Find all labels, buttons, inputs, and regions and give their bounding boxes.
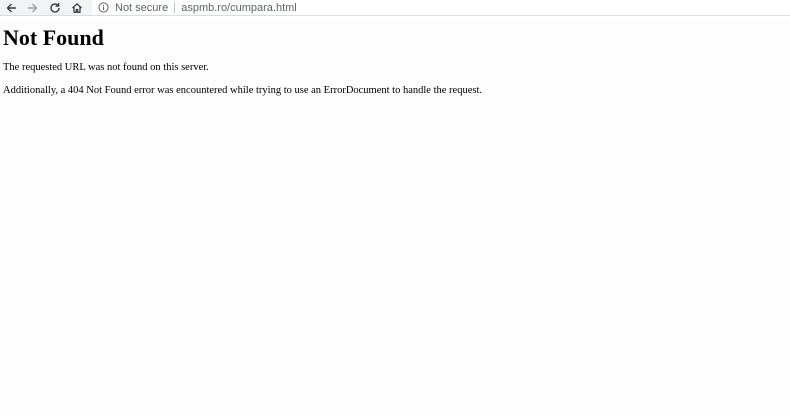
address-bar[interactable]: Not secure aspmb.ro/cumpara.html	[92, 0, 790, 15]
info-icon[interactable]	[97, 2, 109, 14]
browser-toolbar: Not secure aspmb.ro/cumpara.html	[0, 0, 790, 16]
security-status-label[interactable]: Not secure	[115, 2, 168, 14]
page-content: Not Found The requested URL was not foun…	[0, 20, 790, 416]
back-arrow-icon	[5, 2, 17, 14]
error-additional-message: Additionally, a 404 Not Found error was …	[3, 85, 482, 96]
back-button[interactable]	[2, 0, 20, 15]
home-icon	[71, 2, 83, 14]
error-message: The requested URL was not found on this …	[3, 62, 209, 73]
reload-button[interactable]	[46, 0, 64, 15]
forward-arrow-icon	[27, 2, 39, 14]
omnibox-divider	[174, 2, 176, 13]
forward-button[interactable]	[24, 0, 42, 15]
reload-icon	[49, 2, 61, 14]
home-button[interactable]	[68, 0, 86, 15]
page-title: Not Found	[3, 25, 104, 50]
url-text[interactable]: aspmb.ro/cumpara.html	[181, 2, 297, 14]
